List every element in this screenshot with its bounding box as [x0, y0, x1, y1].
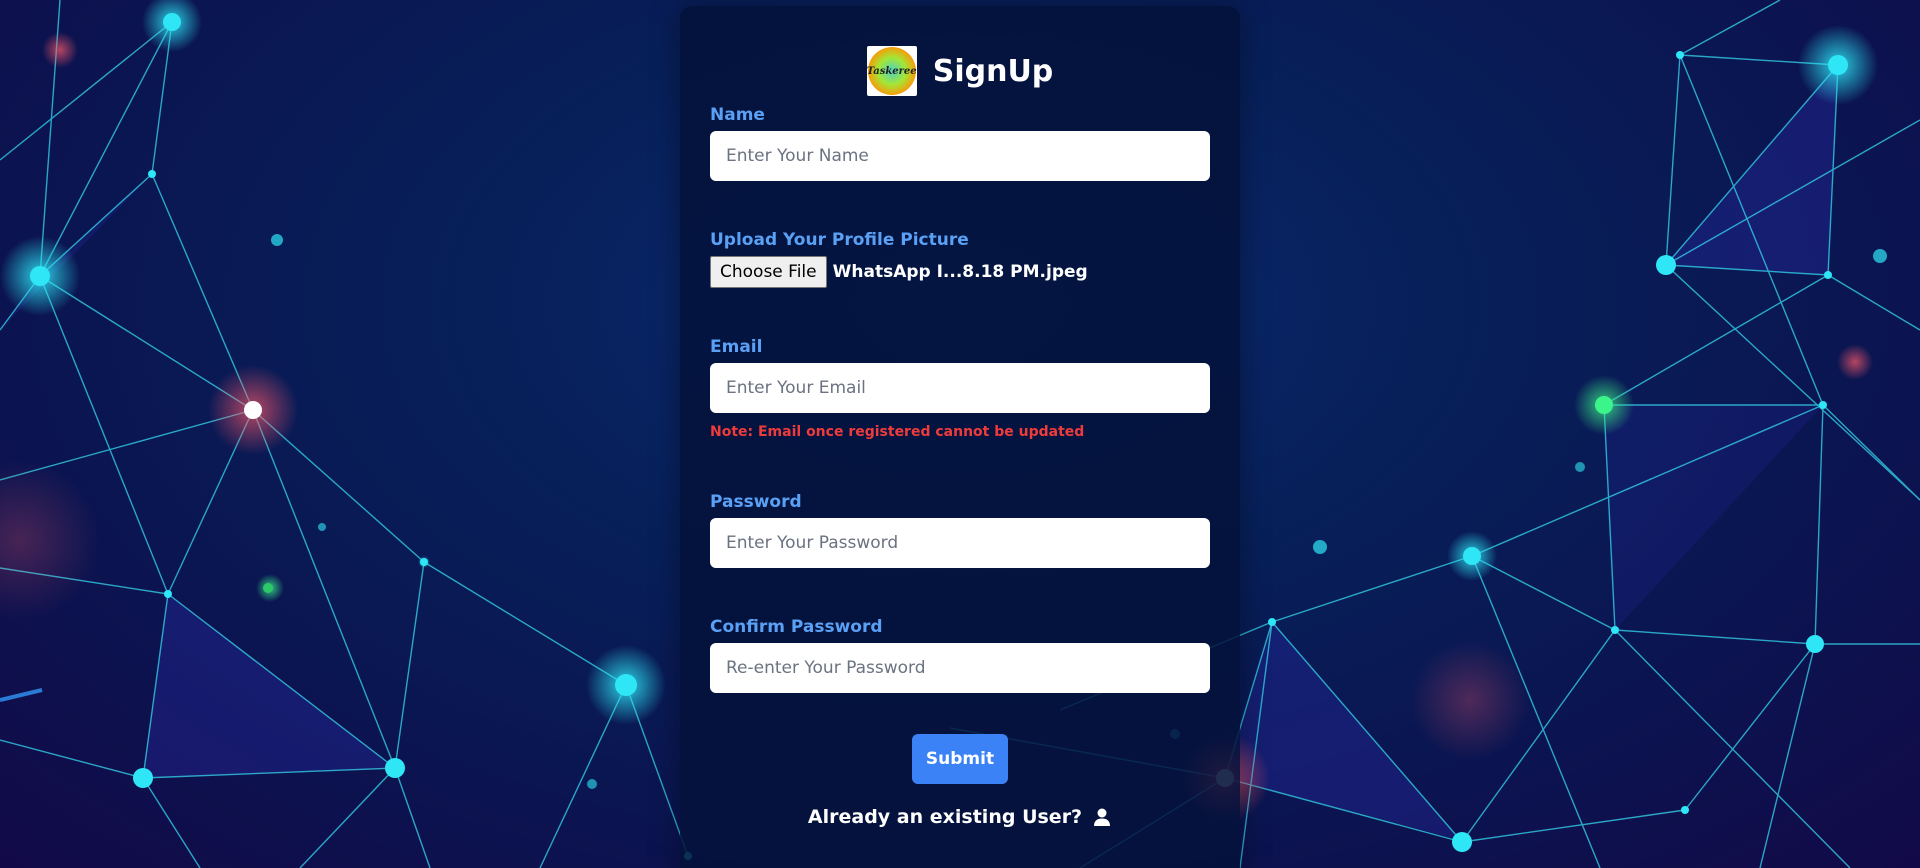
password-label: Password	[710, 492, 802, 512]
file-upload: Choose File WhatsApp I...8.18 PM.jpeg	[710, 256, 1088, 288]
signup-header: Taskeree SignUp	[680, 46, 1240, 96]
password-input[interactable]	[710, 518, 1210, 568]
existing-user-text[interactable]: Already an existing User?	[808, 806, 1082, 828]
existing-user-link[interactable]: Already an existing User?	[680, 806, 1240, 828]
signup-card: Taskeree SignUp Name Upload Your Profile…	[680, 6, 1240, 868]
confirm-password-input[interactable]	[710, 643, 1210, 693]
profile-picture-label: Upload Your Profile Picture	[710, 230, 969, 250]
email-note: Note: Email once registered cannot be up…	[710, 424, 1085, 440]
choose-file-button[interactable]: Choose File	[710, 256, 827, 288]
signup-page: Taskeree SignUp Name Upload Your Profile…	[0, 0, 1920, 868]
logo-badge: Taskeree	[867, 47, 917, 95]
app-logo: Taskeree	[866, 46, 917, 96]
submit-button[interactable]: Submit	[912, 734, 1008, 784]
email-input[interactable]	[710, 363, 1210, 413]
selected-file-name: WhatsApp I...8.18 PM.jpeg	[832, 262, 1088, 282]
confirm-password-label: Confirm Password	[710, 617, 883, 637]
name-input[interactable]	[710, 131, 1210, 181]
name-label: Name	[710, 105, 765, 125]
user-icon[interactable]	[1092, 807, 1112, 827]
page-title: SignUp	[932, 53, 1054, 89]
email-label: Email	[710, 337, 763, 357]
